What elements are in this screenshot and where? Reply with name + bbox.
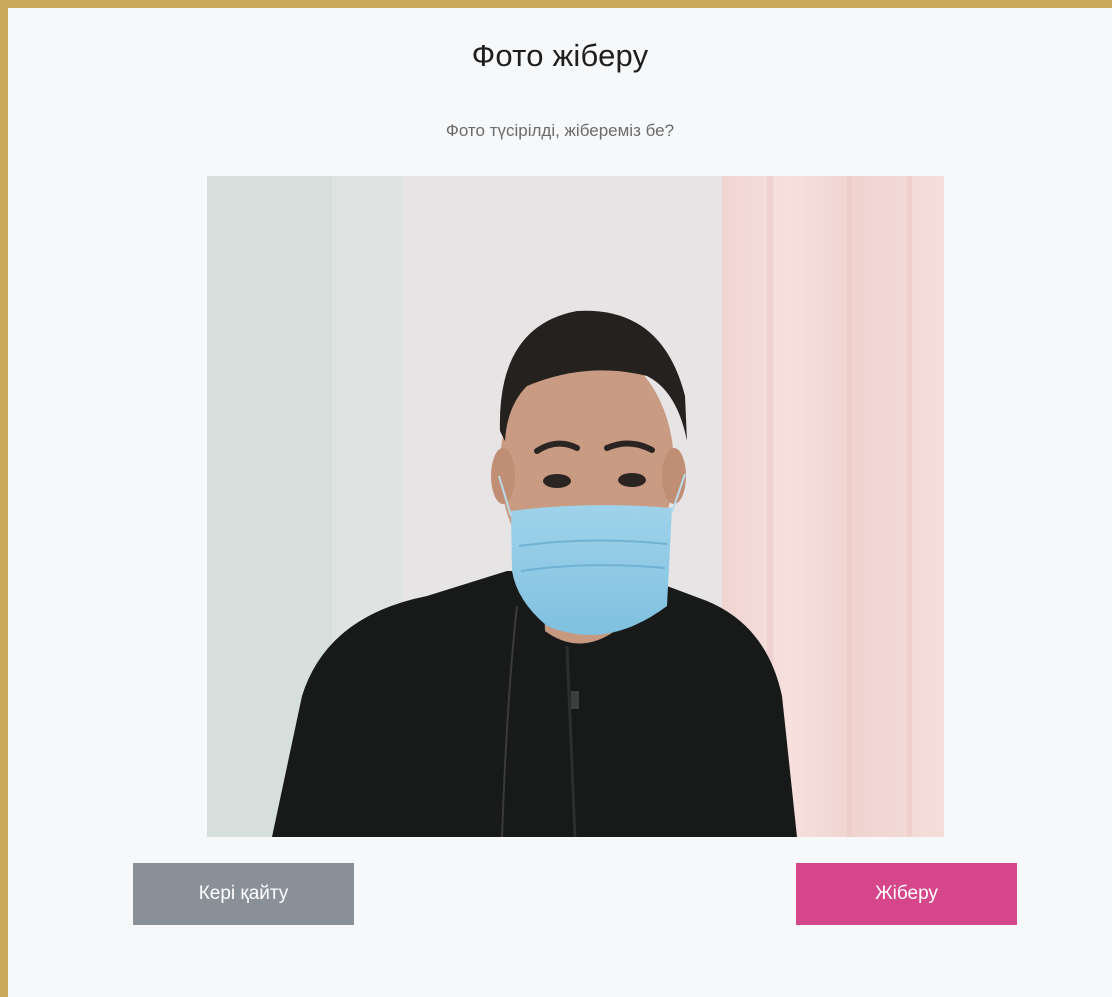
content-panel: Фото жіберу Фото түсірілді, жібереміз бе… bbox=[8, 8, 1112, 997]
back-button[interactable]: Кері қайту bbox=[133, 863, 354, 925]
page-title: Фото жіберу bbox=[471, 38, 649, 73]
captured-photo bbox=[207, 176, 944, 837]
send-button[interactable]: Жіберу bbox=[796, 863, 1017, 925]
page-subtitle: Фото түсірілді, жібереміз бе? bbox=[445, 121, 675, 140]
